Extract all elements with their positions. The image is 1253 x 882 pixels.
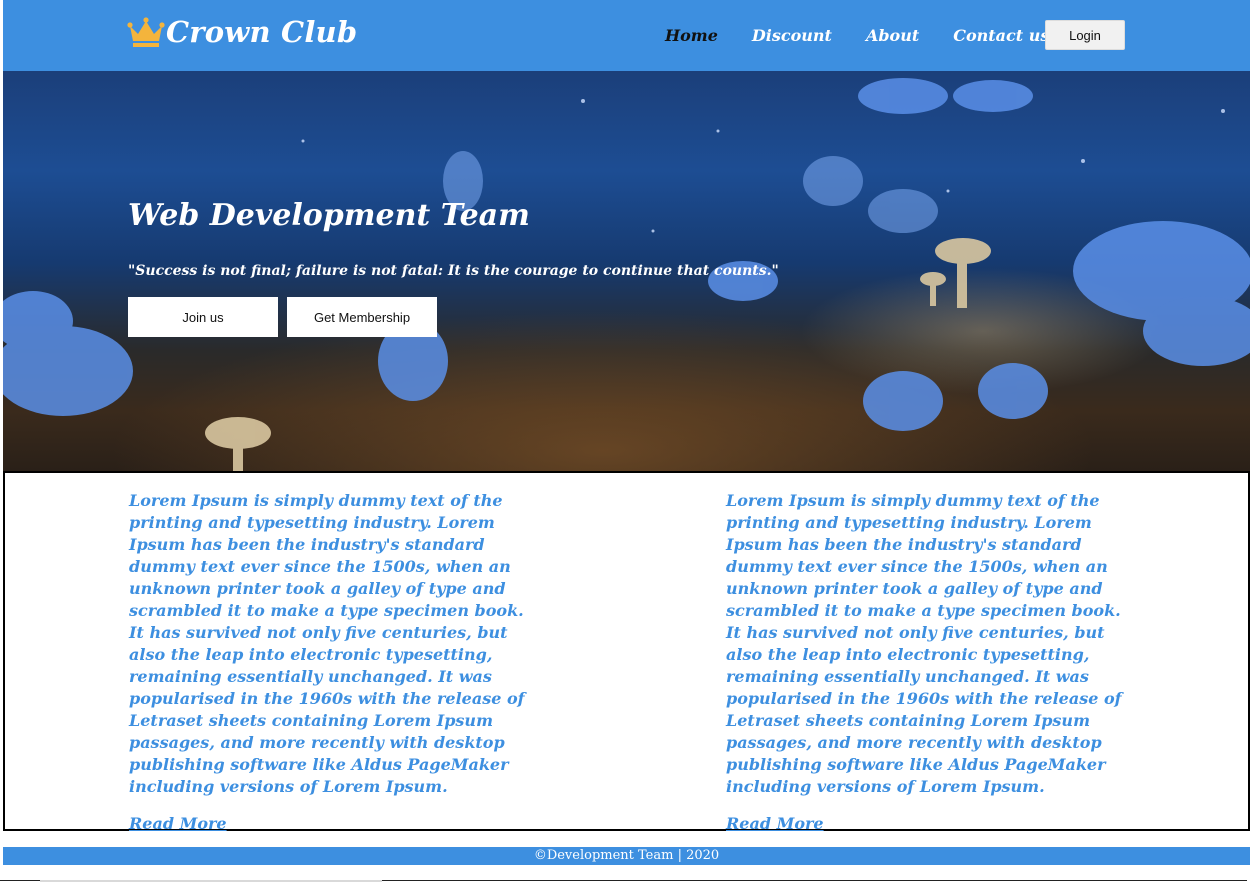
- left-paragraph: Lorem Ipsum is simply dummy text of the …: [129, 491, 525, 796]
- content-section: Lorem Ipsum is simply dummy text of the …: [3, 471, 1250, 833]
- brand-name: Crown Club: [166, 15, 358, 49]
- left-read-more-link[interactable]: Read More: [129, 814, 227, 833]
- hero-banner: Web Development Team "Success is not fin…: [3, 71, 1250, 471]
- login-button[interactable]: Login: [1045, 20, 1125, 50]
- divider: [0, 880, 40, 881]
- header: Crown Club Home Discount About Contact u…: [3, 0, 1250, 71]
- brand[interactable]: Crown Club: [127, 12, 357, 52]
- main-nav: Home Discount About Contact us: [665, 20, 1083, 50]
- page: Crown Club Home Discount About Contact u…: [3, 0, 1250, 882]
- get-membership-button[interactable]: Get Membership: [287, 297, 437, 337]
- footer: ©Development Team | 2020: [3, 847, 1250, 865]
- nav-contact[interactable]: Contact us: [953, 26, 1049, 45]
- join-us-button[interactable]: Join us: [128, 297, 278, 337]
- right-paragraph: Lorem Ipsum is simply dummy text of the …: [726, 491, 1122, 796]
- crown-icon: [127, 17, 165, 47]
- content-column-right: Lorem Ipsum is simply dummy text of the …: [726, 490, 1126, 833]
- nav-discount[interactable]: Discount: [752, 26, 832, 45]
- content-column-left: Lorem Ipsum is simply dummy text of the …: [129, 490, 529, 833]
- right-read-more-link[interactable]: Read More: [726, 814, 824, 833]
- hero-title: Web Development Team: [128, 198, 530, 233]
- nav-about[interactable]: About: [866, 26, 919, 45]
- divider: [382, 880, 1247, 881]
- nav-home[interactable]: Home: [665, 26, 718, 45]
- hero-quote: "Success is not final; failure is not fa…: [128, 263, 779, 279]
